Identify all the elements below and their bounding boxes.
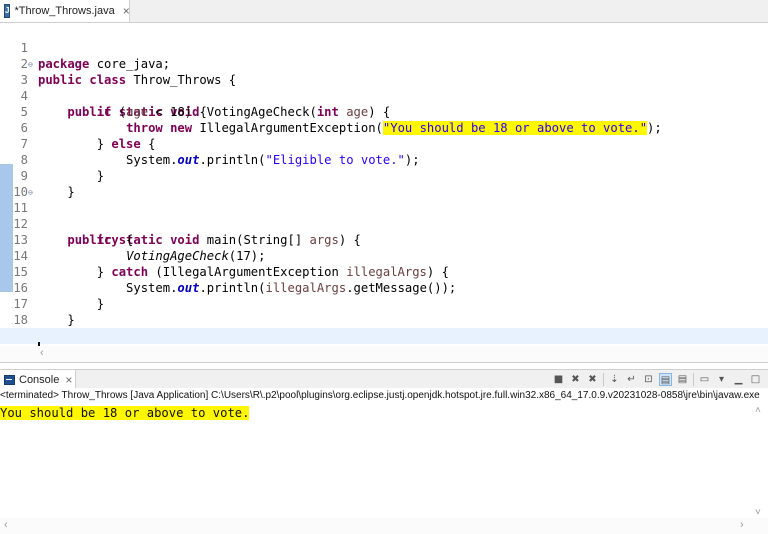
code-line: 2 public class Throw_Throws {	[0, 40, 768, 87]
scroll-down-icon[interactable]: ˅	[755, 507, 761, 518]
console-tab-title: Console	[19, 373, 60, 386]
code-line: 17 }	[0, 280, 768, 327]
scroll-up-icon[interactable]: ˄	[755, 405, 761, 416]
editor-tab-bar: J *Throw_Throws.java ×	[0, 0, 768, 23]
display-selected-console-icon[interactable]: ▭	[698, 373, 711, 386]
code-editor[interactable]: 1 package core_java; 2 public class Thro…	[0, 22, 768, 359]
scroll-right-icon[interactable]: ›	[740, 519, 744, 531]
code-line: 6 } else {	[0, 104, 768, 151]
toolbar-separator	[693, 373, 694, 386]
console-toolbar: ■ ✖ ✖ ⇣ ↵ ⊡ ▤ ▤ ▭ ▾ ▁ □	[552, 372, 762, 387]
java-file-icon: J	[4, 4, 11, 18]
code-line: 19	[0, 312, 768, 343]
pin-console-icon[interactable]: ⊡	[642, 373, 655, 386]
console-status-line: <terminated> Throw_Throws [Java Applicat…	[0, 388, 768, 404]
scroll-left-icon[interactable]: ‹	[40, 347, 44, 359]
code-line-current: 20	[0, 328, 768, 359]
code-line: 14 } catch (IllegalArgumentException ill…	[0, 232, 768, 279]
code-line: 4 if (age < 18) {	[0, 72, 768, 119]
maximize-icon[interactable]: □	[749, 373, 762, 386]
editor-tab[interactable]: J *Throw_Throws.java ×	[0, 0, 130, 22]
code-line: 7 System.out.println("Eligible to vote."…	[0, 120, 768, 167]
console-output-text: You should be 18 or above to vote.	[0, 406, 250, 420]
remove-all-terminated-icon[interactable]: ✖	[586, 373, 599, 386]
code-line: 12 try {	[0, 200, 768, 247]
minimize-icon[interactable]: ▁	[732, 373, 745, 386]
console-vertical-scrollbar[interactable]: ˄ ˅	[752, 405, 768, 518]
code-line: 5 throw new IllegalArgumentException("Yo…	[0, 88, 768, 135]
console-tab[interactable]: Console ×	[0, 370, 76, 389]
word-wrap-icon[interactable]: ↵	[625, 373, 638, 386]
code-line: 18 }	[0, 296, 768, 343]
editor-horizontal-scrollbar[interactable]: ‹	[0, 346, 768, 362]
toolbar-separator	[603, 373, 604, 386]
console-tab-bar: Console × ■ ✖ ✖ ⇣ ↵ ⊡ ▤ ▤ ▭ ▾ ▁ □	[0, 369, 768, 390]
code-line: 3 ⊖ public static void VotingAgeCheck(in…	[0, 56, 768, 119]
close-icon[interactable]: ×	[123, 4, 130, 18]
editor-panel: J *Throw_Throws.java × 1 package core_ja…	[0, 0, 768, 363]
code-line: 9 }	[0, 152, 768, 199]
console-panel: Console × ■ ✖ ✖ ⇣ ↵ ⊡ ▤ ▤ ▭ ▾ ▁ □ <termi…	[0, 369, 768, 534]
console-horizontal-scrollbar[interactable]: ‹ ›	[0, 518, 768, 534]
scroll-lock-icon[interactable]: ⇣	[608, 373, 621, 386]
scroll-left-icon[interactable]: ‹	[4, 519, 8, 531]
open-console-icon[interactable]: ▾	[715, 373, 728, 386]
show-on-stdout-icon[interactable]: ▤	[659, 373, 672, 386]
code-line: 16 }	[0, 264, 768, 311]
close-icon[interactable]: ×	[65, 373, 72, 387]
console-output[interactable]: You should be 18 or above to vote.	[0, 405, 752, 518]
fold-collapse-icon[interactable]: ⊖	[28, 185, 33, 201]
code-line: 8 }	[0, 136, 768, 183]
code-line: 15 System.out.println(illegalArgs.getMes…	[0, 248, 768, 295]
show-on-stderr-icon[interactable]: ▤	[676, 373, 689, 386]
editor-tab-title: *Throw_Throws.java	[14, 5, 115, 17]
code-line: 11 ⊖ public static void main(String[] ar…	[0, 184, 768, 247]
code-line: 1 package core_java;	[0, 24, 768, 71]
fold-collapse-icon[interactable]: ⊖	[28, 57, 33, 73]
console-icon	[4, 374, 15, 385]
code-line: 13 VotingAgeCheck(17);	[0, 216, 768, 263]
remove-launch-icon[interactable]: ✖	[569, 373, 582, 386]
code-line: 10	[0, 168, 768, 199]
terminate-icon[interactable]: ■	[552, 373, 565, 386]
